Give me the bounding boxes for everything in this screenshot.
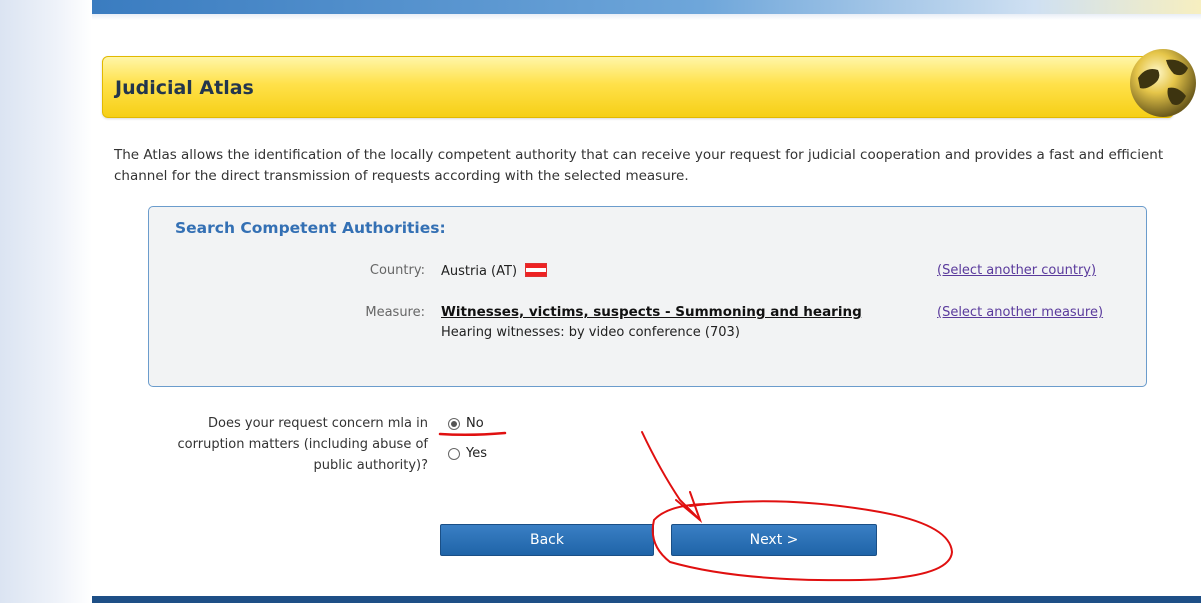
globe-icon — [1128, 38, 1198, 118]
radio-no-circle[interactable] — [448, 417, 460, 430]
measure-label: Measure: — [365, 305, 425, 320]
radio-no[interactable]: No — [448, 416, 484, 431]
country-value: Austria (AT) — [441, 264, 518, 279]
intro-text: The Atlas allows the identification of t… — [114, 147, 1164, 184]
austria-flag-icon — [525, 263, 548, 277]
left-background-band — [0, 0, 92, 603]
select-another-country-link[interactable]: (Select another country) — [937, 263, 1096, 278]
search-heading: Search Competent Authorities: — [175, 219, 446, 237]
radio-no-label: No — [466, 416, 484, 431]
country-value-group: Austria (AT) — [441, 263, 548, 279]
select-another-measure-link[interactable]: (Select another measure) — [937, 305, 1103, 320]
next-button[interactable]: Next > — [671, 524, 877, 556]
back-button[interactable]: Back — [440, 524, 654, 556]
measure-title: Witnesses, victims, suspects - Summoning… — [441, 304, 862, 320]
radio-yes-label: Yes — [466, 446, 487, 461]
title-bar: Judicial Atlas — [102, 56, 1174, 118]
radio-yes[interactable]: Yes — [448, 446, 487, 461]
country-label: Country: — [369, 263, 425, 278]
measure-subtitle: Hearing witnesses: by video conference (… — [441, 325, 740, 340]
corruption-question: Does your request concern mla in corrupt… — [177, 416, 428, 473]
page-title: Judicial Atlas — [115, 77, 254, 99]
main-content: Judicial Atlas The Atlas allows the iden… — [92, 0, 1201, 596]
measure-value: Witnesses, victims, suspects - Summoning… — [441, 304, 862, 340]
bottom-footer-bar — [92, 596, 1201, 603]
radio-yes-circle[interactable] — [448, 447, 460, 460]
search-panel: Search Competent Authorities: Country: A… — [148, 206, 1147, 387]
